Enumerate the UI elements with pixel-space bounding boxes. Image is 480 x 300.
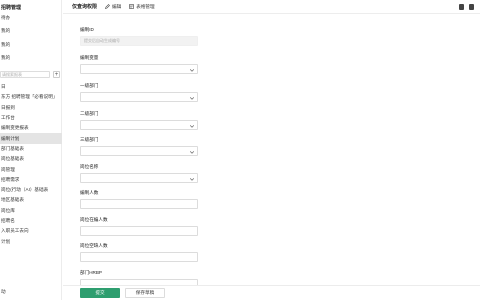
sidebar-item-mine-3[interactable]: 我的 [0, 53, 62, 63]
chevron-down-icon [189, 68, 195, 72]
save-draft-button[interactable]: 保存草稿 [125, 288, 165, 298]
edit-button[interactable]: 编辑 [105, 4, 121, 10]
dept3-select[interactable] [80, 146, 198, 156]
sidebar-item[interactable]: 地区基础表 [0, 195, 62, 205]
field-label: 编制人数 [80, 190, 99, 195]
form-group-change: 编制变量 [80, 54, 198, 74]
sidebar-top: 招聘管理 待办 我的 我的 我的 [0, 0, 62, 63]
sidebar-item[interactable]: 日 [0, 82, 62, 92]
sidebar-item[interactable]: 岗位库 [0, 206, 62, 216]
id-field: 提交后自动生成编号 [80, 36, 198, 46]
field-label: 岗位空缺人数 [80, 243, 108, 248]
chevron-down-icon [189, 177, 195, 181]
sidebar-title[interactable]: 招聘管理 [0, 0, 62, 14]
chevron-down-icon [189, 150, 195, 154]
add-report-button[interactable]: + [53, 71, 60, 78]
field-label: 部门HRBP [80, 270, 102, 275]
onboard-count-input[interactable] [80, 226, 198, 236]
form-group-dept1: 一级部门 [80, 82, 198, 102]
top-header: 仅查询权限 编辑 表格管理 [63, 0, 480, 14]
sidebar-item-todo[interactable]: 待办 [0, 13, 62, 23]
form-group-position: 岗位名称 [80, 163, 198, 183]
sidebar-item[interactable]: 编制变更报表 [0, 123, 62, 133]
sidebar-item[interactable]: 计划 [0, 236, 62, 246]
field-label: 编制ID [80, 27, 94, 32]
sidebar-item-active[interactable]: 编制计划 [0, 133, 62, 144]
sidebar-item[interactable]: 工作台 [0, 113, 62, 123]
sidebar-item[interactable]: 招聘名 [0, 216, 62, 226]
field-label: 编制变量 [80, 55, 99, 60]
vacancy-count-input[interactable] [80, 252, 198, 262]
headcount-input[interactable] [80, 199, 198, 209]
chevron-down-icon [189, 96, 195, 100]
form-group-id: 编制ID 提交后自动生成编号 [80, 26, 198, 46]
table-icon [129, 4, 135, 9]
dept2-select[interactable] [80, 120, 198, 130]
field-label: 一级部门 [80, 83, 99, 88]
chevron-down-icon [189, 124, 195, 128]
sidebar-item[interactable]: 岗位(行动（AI）基础表 [0, 185, 62, 195]
document-icon[interactable] [459, 4, 464, 10]
form-group-dept3: 三级部门 [80, 136, 198, 156]
sidebar-footer[interactable]: 动 [0, 287, 62, 297]
sidebar-item[interactable]: 岗位基础表 [0, 154, 62, 164]
table-manage-label: 表格管理 [136, 3, 155, 9]
report-search-input[interactable]: 请搜索报表 [0, 71, 50, 78]
position-select[interactable] [80, 173, 198, 183]
pencil-icon [105, 4, 110, 9]
field-label: 二级部门 [80, 111, 99, 116]
field-label: 三级部门 [80, 137, 99, 142]
sidebar-item-mine-1[interactable]: 我的 [0, 26, 62, 36]
sidebar-item[interactable]: 岗管理 [0, 164, 62, 174]
form-footer: 提交 保存草稿 [63, 285, 480, 300]
table-manage-button[interactable]: 表格管理 [129, 3, 155, 10]
form-group-vacancy: 岗位空缺人数 [80, 242, 198, 262]
change-select[interactable] [80, 64, 198, 74]
sidebar-search-row: 请搜索报表 + [0, 70, 62, 79]
submit-button[interactable]: 提交 [80, 288, 120, 298]
sidebar-item[interactable]: 招聘需求 [0, 175, 62, 185]
sidebar-item[interactable]: 入职员工去向 [0, 226, 62, 236]
header-icons [459, 4, 474, 10]
form-group-headcount: 编制人数 [80, 189, 198, 209]
edit-label: 编辑 [112, 3, 122, 9]
dept1-select[interactable] [80, 92, 198, 102]
page-title: 仅查询权限 [72, 4, 98, 10]
form-group-dept2: 二级部门 [80, 110, 198, 130]
sidebar-item[interactable]: 部门基础表 [0, 144, 62, 154]
form-group-onboard: 岗位在编人数 [80, 216, 198, 236]
sidebar-report-list: 日 东方 招聘管理「必看说明」 日报到 工作台 编制变更报表 编制计划 部门基础… [0, 82, 62, 247]
field-label: 岗位在编人数 [80, 217, 108, 222]
sidebar: 招聘管理 待办 我的 我的 我的 请搜索报表 + 日 东方 招聘管理「必看说明」… [0, 0, 62, 300]
sidebar-item[interactable]: 东方 招聘管理「必看说明」 [0, 92, 62, 102]
share-icon[interactable] [469, 4, 474, 10]
sidebar-item[interactable]: 日报到 [0, 103, 62, 113]
sidebar-item-mine-2[interactable]: 我的 [0, 40, 62, 50]
field-label: 岗位名称 [80, 164, 99, 169]
